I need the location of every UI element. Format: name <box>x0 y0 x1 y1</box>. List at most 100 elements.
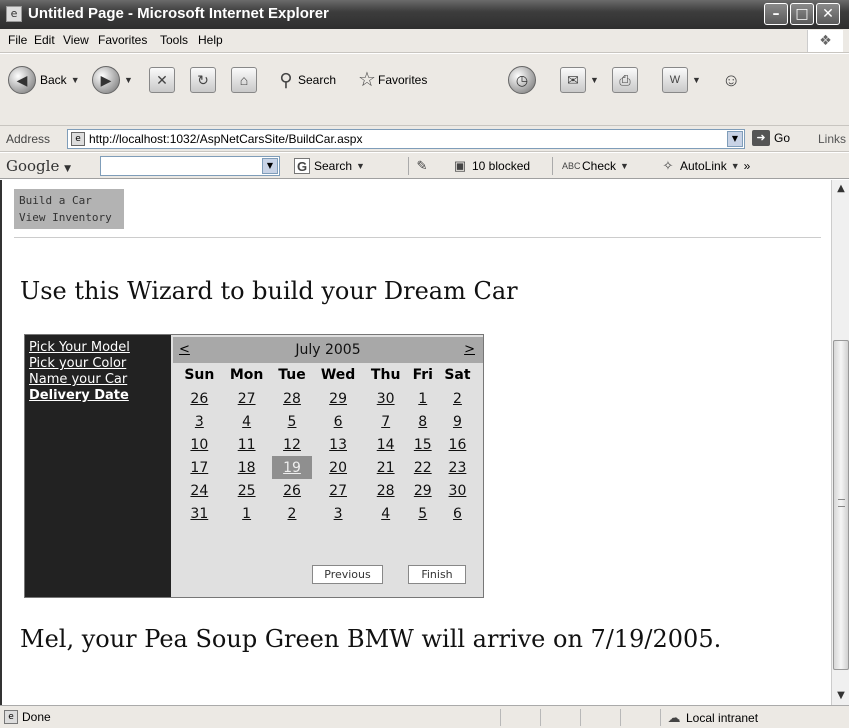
autolink-button[interactable]: ✧ AutoLink ▼ » <box>660 158 751 174</box>
calendar-day[interactable]: 2 <box>438 387 477 410</box>
calendar-day[interactable]: 30 <box>364 387 408 410</box>
calendar-day[interactable]: 4 <box>364 502 408 525</box>
calendar-day[interactable]: 28 <box>364 479 408 502</box>
address-dropdown-icon[interactable]: ▼ <box>727 131 743 147</box>
menu-file[interactable]: File <box>8 33 27 47</box>
calendar-day[interactable]: 8 <box>408 410 438 433</box>
calendar-day[interactable]: 9 <box>438 410 477 433</box>
search-button[interactable]: ⚲ Search <box>278 64 336 96</box>
edit-word-button[interactable]: W ▼ <box>662 64 701 96</box>
calendar-day[interactable]: 29 <box>408 479 438 502</box>
more-chevron-icon[interactable]: » <box>744 159 751 173</box>
wizard-step-pick-model[interactable]: Pick Your Model <box>29 340 167 356</box>
wizard-step-pick-color[interactable]: Pick your Color <box>29 356 167 372</box>
stop-button[interactable]: ✕ <box>149 64 175 96</box>
calendar-day-selected[interactable]: 19 <box>271 456 313 479</box>
finish-button[interactable]: Finish <box>408 565 466 584</box>
calendar-day[interactable]: 27 <box>222 387 272 410</box>
maximize-button[interactable]: □ <box>790 3 814 25</box>
calendar-prev-link[interactable]: < <box>179 342 190 357</box>
calendar-day[interactable]: 3 <box>312 502 363 525</box>
home-button[interactable]: ⌂ <box>231 64 257 96</box>
close-button[interactable]: ✕ <box>816 3 840 25</box>
google-search-button[interactable]: G Search ▼ <box>294 158 365 174</box>
address-input[interactable]: e http://localhost:1032/AspNetCarsSite/B… <box>67 129 745 149</box>
google-search-input[interactable]: ▼ <box>100 156 280 176</box>
menu-favorites[interactable]: Favorites <box>98 33 147 47</box>
autolink-dropdown-icon[interactable]: ▼ <box>731 161 740 171</box>
wizard-step-name-car[interactable]: Name your Car <box>29 372 167 388</box>
mail-button[interactable]: ✉ ▼ <box>560 64 599 96</box>
calendar-day[interactable]: 5 <box>272 410 313 433</box>
back-button[interactable]: ◀ Back ▼ <box>8 64 80 96</box>
calendar-day[interactable]: 20 <box>312 456 363 479</box>
calendar-day[interactable]: 31 <box>177 502 222 525</box>
calendar-day[interactable]: 11 <box>222 433 272 456</box>
calendar-day[interactable]: 24 <box>177 479 222 502</box>
calendar-day[interactable]: 10 <box>177 433 222 456</box>
calendar-day[interactable]: 28 <box>272 387 313 410</box>
nav-build-a-car[interactable]: Build a Car <box>19 192 119 209</box>
calendar-day[interactable]: 23 <box>438 456 477 479</box>
calendar-day[interactable]: 1 <box>408 387 438 410</box>
check-dropdown-icon[interactable]: ▼ <box>620 161 629 171</box>
calendar-day[interactable]: 13 <box>312 433 363 456</box>
favorites-button[interactable]: ☆ Favorites <box>358 64 427 96</box>
calendar-day[interactable]: 22 <box>408 456 438 479</box>
calendar-day[interactable]: 2 <box>272 502 313 525</box>
calendar-day[interactable]: 18 <box>222 456 272 479</box>
forward-dropdown-icon[interactable]: ▼ <box>124 75 133 85</box>
calendar-day[interactable]: 26 <box>177 387 222 410</box>
calendar-day[interactable]: 7 <box>364 410 408 433</box>
back-dropdown-icon[interactable]: ▼ <box>71 75 80 85</box>
nav-view-inventory[interactable]: View Inventory <box>19 209 119 226</box>
scroll-down-icon[interactable]: ▼ <box>833 687 849 704</box>
calendar-day[interactable]: 16 <box>438 433 477 456</box>
google-input-dropdown-icon[interactable]: ▼ <box>262 158 278 174</box>
address-url[interactable]: http://localhost:1032/AspNetCarsSite/Bui… <box>89 132 362 146</box>
menu-help[interactable]: Help <box>198 33 223 47</box>
history-button[interactable]: ◷ <box>508 64 536 96</box>
build-car-wizard: Pick Your Model Pick your Color Name you… <box>24 334 484 598</box>
scroll-up-icon[interactable]: ▲ <box>833 180 849 197</box>
calendar-day[interactable]: 30 <box>438 479 477 502</box>
calendar-day[interactable]: 27 <box>312 479 363 502</box>
calendar-day[interactable]: 6 <box>312 410 363 433</box>
wizard-step-delivery-date[interactable]: Delivery Date <box>29 388 167 404</box>
links-button[interactable]: Links <box>818 132 846 146</box>
calendar-day[interactable]: 26 <box>272 479 313 502</box>
minimize-button[interactable]: – <box>764 3 788 25</box>
pagerank-button[interactable]: ✎ <box>414 158 430 174</box>
edit-dropdown-icon[interactable]: ▼ <box>692 75 701 85</box>
calendar-next-link[interactable]: > <box>464 342 475 357</box>
scrollbar-thumb[interactable] <box>833 340 849 670</box>
menu-view[interactable]: View <box>63 33 89 47</box>
calendar-day[interactable]: 12 <box>272 433 313 456</box>
spellcheck-button[interactable]: ABC Check ▼ <box>562 158 629 174</box>
previous-button[interactable]: Previous <box>312 565 383 584</box>
google-logo[interactable]: Google ▼ <box>6 157 71 175</box>
google-search-dropdown-icon[interactable]: ▼ <box>356 161 365 171</box>
calendar-day[interactable]: 6 <box>438 502 477 525</box>
forward-button[interactable]: ▶ ▼ <box>92 64 133 96</box>
calendar-day[interactable]: 1 <box>222 502 272 525</box>
calendar-day[interactable]: 15 <box>408 433 438 456</box>
popup-blocker-button[interactable]: ▣ 10 blocked <box>452 158 530 174</box>
mail-dropdown-icon[interactable]: ▼ <box>590 75 599 85</box>
calendar-day[interactable]: 17 <box>177 456 222 479</box>
vertical-scrollbar[interactable]: ▲ ▼ <box>831 180 849 705</box>
calendar-day[interactable]: 14 <box>364 433 408 456</box>
refresh-button[interactable]: ↻ <box>190 64 216 96</box>
calendar-day[interactable]: 25 <box>222 479 272 502</box>
go-button[interactable]: ➜ Go <box>752 130 790 146</box>
calendar-day[interactable]: 3 <box>177 410 222 433</box>
calendar-day[interactable]: 4 <box>222 410 272 433</box>
standard-toolbar: ◀ Back ▼ ▶ ▼ ✕ ↻ ⌂ ⚲ Search ☆ Favorites … <box>0 54 849 126</box>
calendar-day[interactable]: 5 <box>408 502 438 525</box>
calendar-day[interactable]: 21 <box>364 456 408 479</box>
menu-tools[interactable]: Tools <box>160 33 188 47</box>
print-button[interactable]: ⎙ <box>612 64 638 96</box>
messenger-button[interactable]: ☺ <box>722 64 740 96</box>
menu-edit[interactable]: Edit <box>34 33 55 47</box>
calendar-day[interactable]: 29 <box>312 387 363 410</box>
